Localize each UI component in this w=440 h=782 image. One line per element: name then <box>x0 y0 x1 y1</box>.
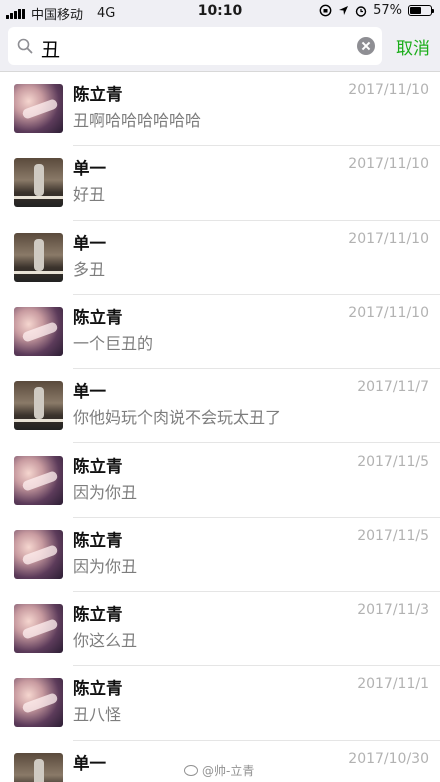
list-item[interactable]: 陈立青 2017/11/5 因为你丑 <box>0 518 440 593</box>
search-query[interactable]: 丑 <box>41 35 60 62</box>
avatar[interactable] <box>14 529 63 579</box>
message-date: 2017/11/10 <box>348 304 429 321</box>
message-date: 2017/11/10 <box>348 82 429 98</box>
message-date: 2017/11/5 <box>357 453 429 470</box>
clear-icon[interactable] <box>357 37 375 55</box>
weibo-icon <box>184 765 198 776</box>
list-item[interactable]: 单一 2017/11/10 好丑 <box>0 146 440 221</box>
status-bar: 中国移动 4G 10:10 57% <box>0 0 440 23</box>
message-snippet: 因为你丑 <box>73 556 138 576</box>
orientation-lock-icon <box>319 4 332 17</box>
watermark-text: @帅-立青 <box>202 764 255 778</box>
message-snippet: 你这么丑 <box>73 631 138 651</box>
avatar[interactable] <box>14 84 63 133</box>
message-snippet: 多丑 <box>73 259 106 279</box>
search-icon <box>17 38 33 54</box>
message-snippet: 你他妈玩个肉说不会玩太丑了 <box>73 408 282 428</box>
weibo-watermark: @帅-立青 <box>184 762 254 779</box>
status-right: 57% <box>319 3 434 18</box>
contact-name: 陈立青 <box>73 530 123 550</box>
list-item[interactable]: 单一 2017/11/10 多丑 <box>0 221 440 295</box>
contact-name: 单一 <box>73 233 106 253</box>
message-date: 2017/11/5 <box>357 527 429 544</box>
list-item[interactable]: 陈立青 2017/11/3 你这么丑 <box>0 592 440 667</box>
avatar[interactable] <box>14 381 63 431</box>
message-date: 2017/10/30 <box>348 750 429 767</box>
avatar[interactable] <box>14 232 63 282</box>
message-date: 2017/11/10 <box>348 230 429 247</box>
battery-percent: 57% <box>373 3 402 18</box>
list-item[interactable]: 单一 2017/11/7 你他妈玩个肉说不会玩太丑了 <box>0 369 440 444</box>
message-snippet: 好丑 <box>73 185 106 205</box>
avatar[interactable] <box>14 678 63 728</box>
message-snippet: 一个巨丑的 <box>73 333 154 353</box>
search-input[interactable]: 丑 <box>8 27 382 65</box>
avatar[interactable] <box>14 455 63 505</box>
avatar[interactable] <box>14 158 63 208</box>
list-item[interactable]: 陈立青 2017/11/1 丑八怪 <box>0 666 440 741</box>
battery-icon <box>408 5 434 16</box>
avatar[interactable] <box>14 604 63 654</box>
contact-name: 单一 <box>73 382 106 402</box>
message-date: 2017/11/10 <box>348 156 429 173</box>
location-icon <box>339 6 349 15</box>
alarm-icon <box>355 5 367 17</box>
message-date: 2017/11/3 <box>357 602 429 619</box>
list-item[interactable]: 陈立青 2017/11/5 因为你丑 <box>0 444 440 518</box>
message-date: 2017/11/1 <box>357 676 429 693</box>
message-snippet: 丑八怪 <box>73 705 122 725</box>
message-snippet: 丑啊哈哈哈哈哈哈 <box>73 111 202 130</box>
search-bar: 丑 取消 <box>0 22 440 72</box>
contact-name: 陈立青 <box>73 307 123 327</box>
list-item[interactable]: 陈立青 2017/11/10 丑啊哈哈哈哈哈哈 <box>0 72 440 147</box>
cancel-button[interactable]: 取消 <box>396 34 430 59</box>
contact-name: 陈立青 <box>73 605 123 625</box>
contact-name: 陈立青 <box>73 85 123 104</box>
battery-level <box>410 7 422 14</box>
contact-name: 陈立青 <box>73 679 123 699</box>
message-snippet: 因为你丑 <box>73 482 138 502</box>
avatar[interactable] <box>14 752 63 782</box>
list-item[interactable]: 陈立青 2017/11/10 一个巨丑的 <box>0 295 440 370</box>
contact-name: 单一 <box>73 753 106 773</box>
avatar[interactable] <box>14 306 63 356</box>
contact-name: 陈立青 <box>73 456 123 476</box>
message-date: 2017/11/7 <box>357 379 429 396</box>
contact-name: 单一 <box>73 159 106 179</box>
